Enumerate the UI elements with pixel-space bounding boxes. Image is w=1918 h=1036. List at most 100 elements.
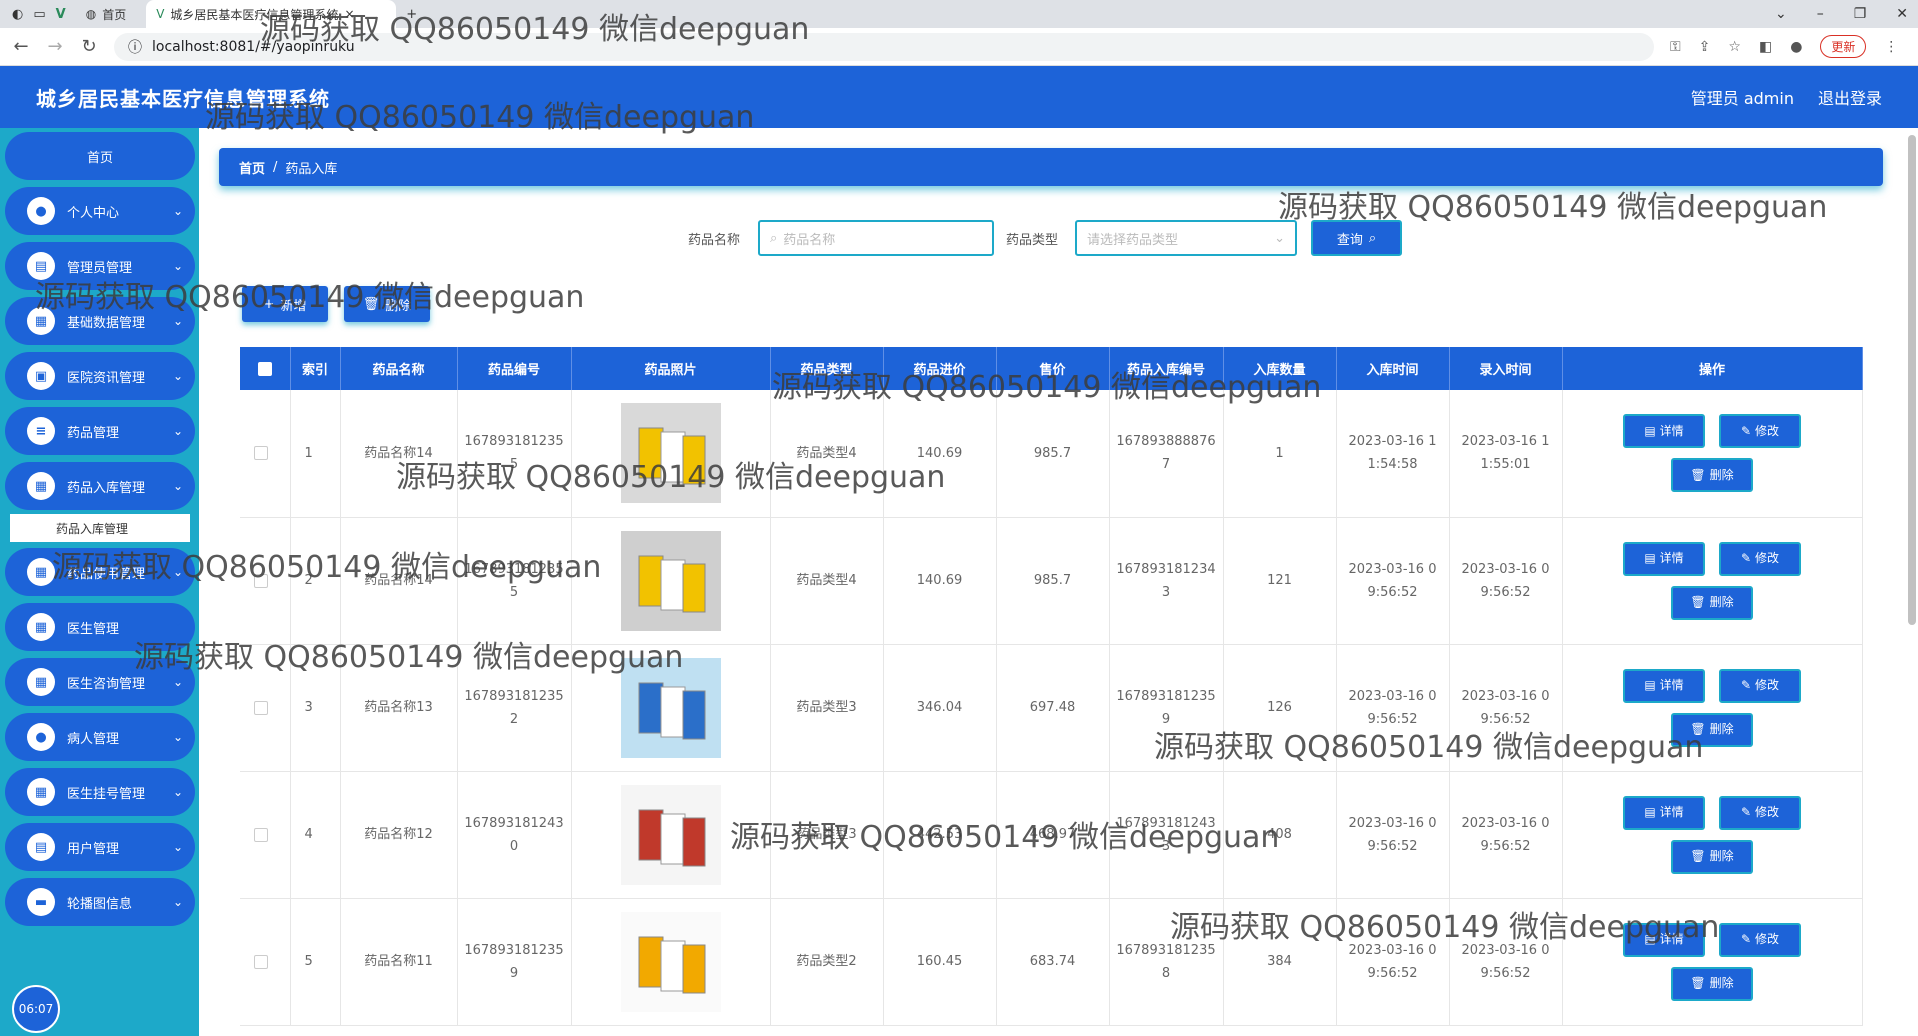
row-select-cell[interactable]	[240, 644, 291, 772]
cell-drug-photo	[571, 771, 771, 899]
current-user: 管理员 admin	[1690, 89, 1794, 108]
sidebar-item-drug-stock-in[interactable]: ▦ 药品入库管理 ⌄	[5, 462, 195, 510]
edit-button[interactable]: ✎ 修改	[1719, 922, 1801, 957]
edit-button[interactable]: ✎ 修改	[1719, 795, 1801, 830]
url-field[interactable]: ⓘ localhost:8081/#/yaopinruku	[114, 32, 1654, 61]
sidebar-item-users[interactable]: ▤ 用户管理 ⌄	[5, 823, 195, 871]
col-header: 药品照片	[571, 347, 771, 390]
close-window-icon[interactable]: ✕	[1896, 6, 1908, 22]
update-button[interactable]: 更新	[1820, 35, 1867, 58]
drug-type-select[interactable]: 请选择药品类型 ⌄	[1075, 220, 1297, 256]
drug-photo[interactable]	[620, 911, 721, 1012]
drug-photo[interactable]	[620, 530, 721, 631]
delete-button[interactable]: 🗑 删除	[1671, 458, 1753, 493]
cell-sale-price: 683.74	[996, 898, 1110, 1026]
cell-index: 3	[290, 644, 341, 772]
tab-icon-v[interactable]: V	[56, 7, 66, 22]
drug-photo[interactable]	[620, 403, 721, 504]
detail-button[interactable]: ▤ 详情	[1623, 414, 1705, 449]
delete-button[interactable]: 🗑 删除	[1671, 585, 1753, 620]
bookmark-star-icon[interactable]: ☆	[1728, 39, 1741, 55]
batch-delete-button[interactable]: 🗑 删除	[344, 286, 430, 322]
row-checkbox[interactable]	[254, 446, 268, 461]
row-checkbox[interactable]	[254, 700, 268, 715]
select-all-checkbox[interactable]	[257, 361, 272, 376]
row-select-cell[interactable]	[240, 771, 291, 899]
col-header: 索引	[290, 347, 341, 390]
menu-dots-icon[interactable]: ⋮	[1884, 39, 1898, 55]
forward-icon[interactable]: →	[46, 36, 64, 57]
query-button[interactable]: 查询 ⌕	[1311, 220, 1402, 256]
detail-button[interactable]: ▤ 详情	[1623, 541, 1705, 576]
row-checkbox[interactable]	[254, 954, 268, 969]
cell-drug-code: 1678931812430	[457, 771, 572, 899]
tab-active[interactable]: V 城乡居民基本医疗信息管理系统 ×	[146, 0, 397, 28]
delete-button[interactable]: 🗑 删除	[1671, 712, 1753, 747]
row-select-cell[interactable]	[240, 898, 291, 1026]
sidebar-item-doctors[interactable]: ▦ 医生管理	[5, 603, 195, 651]
drug-photo[interactable]	[620, 657, 721, 758]
minimize-icon[interactable]: –	[1817, 6, 1824, 22]
logout-link[interactable]: 退出登录	[1818, 85, 1882, 109]
key-icon[interactable]: ⚿	[1670, 39, 1681, 55]
sidebar-item-registration[interactable]: ▦ 医生挂号管理 ⌄	[5, 768, 195, 816]
cell-stock-in-code: 1678931812358	[1109, 898, 1224, 1026]
reload-icon[interactable]: ↻	[80, 36, 98, 57]
document-icon: ▤	[1644, 932, 1656, 946]
detail-button[interactable]: ▤ 详情	[1623, 795, 1705, 830]
cell-stock-in-code: 1678931812343	[1109, 517, 1224, 645]
trash-icon: 🗑	[1690, 595, 1706, 609]
row-actions: ▤ 详情 ✎ 修改 🗑 删除	[1612, 922, 1812, 1001]
tab-icon-blank[interactable]: ▭	[33, 7, 45, 22]
pencil-icon: ✎	[1740, 805, 1752, 819]
pencil-icon: ✎	[1740, 932, 1752, 946]
share-icon[interactable]: ⇪	[1699, 39, 1711, 55]
edit-button[interactable]: ✎ 修改	[1719, 414, 1801, 449]
table-row: 1 药品名称14 1678931812355 药品类型4 140.69 985.7 1678…	[240, 390, 1863, 518]
sidebar-item-drug-usage[interactable]: ▦ 药品使用管理 ⌄	[5, 548, 195, 596]
sidebar-item-patients[interactable]: ● 病人管理 ⌄	[5, 713, 195, 761]
drug-name-input[interactable]: ⌕ 药品名称	[758, 220, 994, 256]
edit-button[interactable]: ✎ 修改	[1719, 541, 1801, 576]
delete-button[interactable]: 🗑 删除	[1671, 839, 1753, 874]
sidebar-item-drugs[interactable]: ≡ 药品管理 ⌄	[5, 407, 195, 455]
tab-home[interactable]: ◍ 首页	[76, 0, 137, 28]
row-select-cell[interactable]	[240, 390, 291, 518]
delete-button[interactable]: 🗑 删除	[1671, 966, 1753, 1001]
row-select-cell[interactable]	[240, 517, 291, 645]
table-row: 5 药品名称11 1678931812359 药品类型2 160.45 683.74 167…	[240, 898, 1863, 1026]
chevron-down-icon: ⌄	[172, 479, 183, 493]
col-header: 录入时间	[1449, 347, 1563, 390]
trash-icon: 🗑	[1690, 849, 1706, 863]
page-scrollbar[interactable]	[1908, 135, 1916, 625]
sidebar-item-home[interactable]: 首页	[5, 132, 195, 180]
tab-list-icon[interactable]: ⌄	[1775, 6, 1787, 22]
new-tab-icon[interactable]: +	[406, 7, 417, 22]
cell-stock-in-time: 2023-03-16 09:56:52	[1336, 771, 1450, 899]
sidebar-item-news[interactable]: ▣ 医院资讯管理 ⌄	[5, 352, 195, 400]
sidepanel-icon[interactable]: ◧	[1759, 39, 1772, 55]
restore-icon[interactable]: ❐	[1854, 6, 1867, 22]
cell-cost-price: 346.04	[883, 644, 997, 772]
search-icon: ⌕	[770, 230, 778, 246]
row-checkbox[interactable]	[254, 573, 268, 588]
cell-cost-price: 160.45	[883, 898, 997, 1026]
edit-button[interactable]: ✎ 修改	[1719, 668, 1801, 703]
sidebar-item-consult[interactable]: ▦ 医生咨询管理 ⌄	[5, 658, 195, 706]
detail-button[interactable]: ▤ 详情	[1623, 922, 1705, 957]
close-tab-icon[interactable]: ×	[344, 7, 354, 21]
select-all-cell[interactable]	[240, 347, 291, 390]
sidebar-subitem-drug-stock-in[interactable]: 药品入库管理	[10, 514, 190, 542]
sidebar-item-carousel[interactable]: ▬ 轮播图信息 ⌄	[5, 878, 195, 926]
back-icon[interactable]: ←	[12, 36, 30, 57]
sidebar-item-basic-data[interactable]: ▦ 基础数据管理 ⌄	[5, 297, 195, 345]
col-header: 药品进价	[883, 347, 997, 390]
breadcrumb-home[interactable]: 首页	[239, 158, 265, 177]
drug-photo[interactable]	[620, 784, 721, 885]
row-checkbox[interactable]	[254, 827, 268, 842]
add-button[interactable]: + 新增	[242, 286, 328, 322]
profile-icon[interactable]: ●	[1790, 39, 1802, 55]
cell-drug-name: 药品名称14	[340, 517, 458, 645]
browser-logo-icon: ◐	[12, 6, 24, 22]
detail-button[interactable]: ▤ 详情	[1623, 668, 1705, 703]
